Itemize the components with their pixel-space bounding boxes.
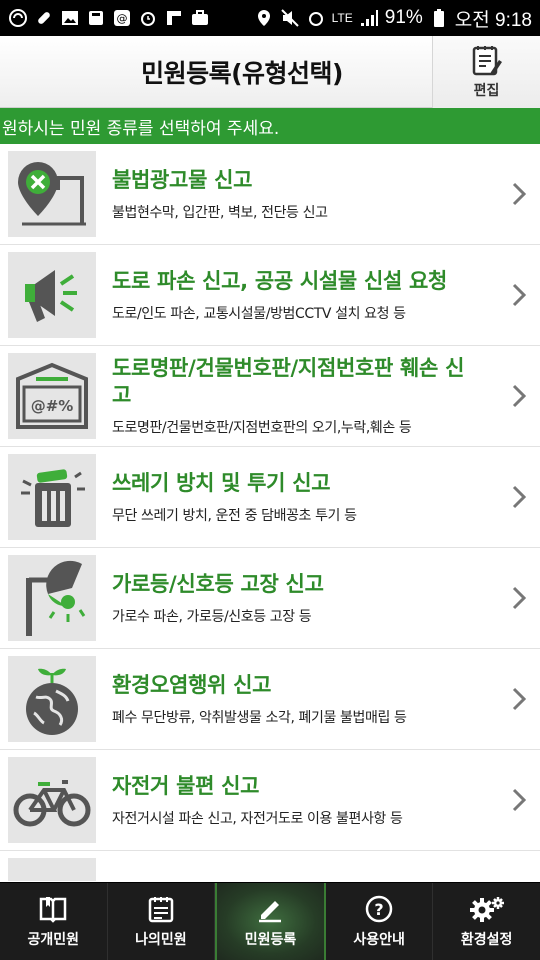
list-item-pollution[interactable]: 환경오염행위 신고 폐수 무단방류, 악취발생물 소각, 폐기물 불법매립 등 bbox=[0, 649, 540, 750]
alarm-icon bbox=[141, 12, 155, 26]
email-icon: @ bbox=[114, 10, 130, 26]
clock: 오전 9:18 bbox=[454, 9, 532, 31]
tab-label: 민원등록 bbox=[244, 931, 297, 948]
pencil-icon bbox=[259, 900, 282, 922]
tab-user-guide[interactable]: ? 사용안내 bbox=[326, 883, 434, 960]
bicycle-icon bbox=[13, 780, 91, 827]
help-icon: ? bbox=[365, 895, 393, 922]
edit-label: 편집 bbox=[473, 83, 500, 99]
item-texts: 불법광고물 신고 불법현수막, 입간판, 벽보, 전단등 신고 bbox=[112, 167, 482, 222]
app-header: 민원등록(유형선택) 편집 bbox=[0, 36, 540, 108]
alarm-status-icon bbox=[308, 12, 323, 26]
item-title: 환경오염행위 신고 bbox=[112, 672, 272, 697]
tab-label: 환경설정 bbox=[460, 931, 513, 948]
flipboard-icon bbox=[167, 11, 181, 25]
item-texts: 환경오염행위 신고 폐수 무단방류, 악취발생물 소각, 폐기물 불법매립 등 bbox=[112, 672, 482, 727]
tab-label: 나의민원 bbox=[135, 931, 187, 948]
tab-public-complaints[interactable]: 공개민원 bbox=[0, 883, 108, 960]
instruction-text: 원하시는 민원 종류를 선택하여 주세요. bbox=[2, 118, 280, 139]
tab-label: 공개민원 bbox=[27, 931, 80, 948]
list-item-sign-plate[interactable]: @#% 도로명판/건물번호판/지점번호판 훼손 신고 도로명판/건물번호판/지점… bbox=[0, 346, 540, 447]
item-title: 가로등/신호등 고장 신고 bbox=[112, 571, 324, 596]
item-texts: 도로 파손 신고, 공공 시설물 신설 요청 도로/인도 파손, 교통시설물/방… bbox=[112, 268, 482, 323]
battery-percent: 91% bbox=[384, 7, 423, 28]
tab-my-complaints[interactable]: 나의민원 bbox=[108, 883, 216, 960]
item-thumbnail bbox=[8, 151, 96, 237]
list-item-illegal-ads[interactable]: 불법광고물 신고 불법현수막, 입간판, 벽보, 전단등 신고 bbox=[0, 144, 540, 245]
page-title: 민원등록(유형선택) bbox=[141, 58, 343, 88]
item-thumbnail bbox=[8, 454, 96, 540]
svg-text:@: @ bbox=[117, 12, 128, 25]
tab-label: 사용안내 bbox=[353, 931, 405, 948]
book-icon bbox=[40, 896, 67, 923]
gear-icon bbox=[469, 896, 504, 922]
item-thumbnail bbox=[8, 757, 96, 843]
item-thumbnail: @#% bbox=[8, 353, 96, 439]
bottom-tab-bar: 공개민원 나의민원 민원등록 ? 사용안내 환경설정 bbox=[0, 882, 540, 960]
megaphone-icon bbox=[25, 270, 77, 322]
item-texts: 가로등/신호등 고장 신고 가로수 파손, 가로등/신호등 고장 등 bbox=[112, 571, 482, 626]
complaint-type-list: 불법광고물 신고 불법현수막, 입간판, 벽보, 전단등 신고 도로 파손 신고… bbox=[0, 144, 540, 881]
tab-settings[interactable]: 환경설정 bbox=[433, 883, 540, 960]
sign-plate-icon: @#% bbox=[16, 362, 88, 429]
calendar-icon bbox=[148, 896, 174, 922]
svg-text:@#%: @#% bbox=[31, 397, 74, 415]
globe-sprout-icon bbox=[26, 668, 78, 735]
item-title: 도로명판/건물번호판/지점번호판 훼손 신고 bbox=[112, 356, 465, 407]
chevron-right-icon bbox=[512, 485, 526, 509]
trash-can-icon bbox=[21, 469, 85, 527]
ad-sign-icon bbox=[18, 162, 86, 226]
list-item-road-damage[interactable]: 도로 파손 신고, 공공 시설물 신설 요청 도로/인도 파손, 교통시설물/방… bbox=[0, 245, 540, 346]
item-thumbnail bbox=[8, 656, 96, 742]
instruction-banner: 원하시는 민원 종류를 선택하여 주세요. bbox=[0, 108, 540, 144]
item-description: 자전거시설 파손 신고, 자전거도로 이용 불편사항 등 bbox=[112, 810, 403, 827]
item-title: 도로 파손 신고, 공공 시설물 신설 요청 bbox=[112, 268, 448, 293]
pill-icon bbox=[38, 12, 50, 24]
street-lamp-icon bbox=[26, 560, 86, 636]
chevron-right-icon bbox=[512, 687, 526, 711]
briefcase-icon bbox=[192, 10, 208, 25]
chevron-right-icon bbox=[512, 283, 526, 307]
edit-note-icon bbox=[472, 46, 502, 76]
item-description: 도로명판/건물번호판/지점번호판의 오기,누락,훼손 등 bbox=[112, 420, 412, 436]
svg-text:?: ? bbox=[374, 900, 383, 919]
network-type: LTE bbox=[331, 11, 353, 25]
item-description: 폐수 무단방류, 악취발생물 소각, 폐기물 불법매립 등 bbox=[112, 709, 407, 726]
status-system: LTE 91% 오전 9:18 bbox=[254, 5, 532, 32]
sd-card-icon bbox=[89, 11, 103, 25]
item-texts: 쓰레기 방치 및 투기 신고 무단 쓰레기 방치, 운전 중 담배꽁초 투기 등 bbox=[112, 470, 482, 525]
item-description: 가로수 파손, 가로등/신호등 고장 등 bbox=[112, 608, 312, 625]
edit-button[interactable]: 편집 bbox=[432, 36, 540, 108]
item-thumbnail bbox=[8, 555, 96, 641]
status-bar: @ LTE 91% 오전 9:18 bbox=[0, 0, 540, 36]
image-icon bbox=[62, 11, 78, 25]
tab-register-complaint[interactable]: 민원등록 bbox=[215, 883, 326, 960]
signal-icon bbox=[360, 10, 378, 26]
item-texts: 도로명판/건물번호판/지점번호판 훼손 신고 도로명판/건물번호판/지점번호판의… bbox=[112, 355, 482, 437]
item-title: 자전거 불편 신고 bbox=[112, 773, 260, 798]
mute-icon bbox=[280, 9, 299, 27]
chevron-right-icon bbox=[512, 182, 526, 206]
chevron-right-icon bbox=[512, 788, 526, 812]
app-notification-icon bbox=[9, 9, 27, 27]
list-item-partial[interactable] bbox=[0, 851, 540, 881]
list-item-trash[interactable]: 쓰레기 방치 및 투기 신고 무단 쓰레기 방치, 운전 중 담배꽁초 투기 등 bbox=[0, 447, 540, 548]
item-title: 불법광고물 신고 bbox=[112, 167, 253, 192]
location-icon bbox=[257, 10, 270, 26]
item-thumbnail bbox=[8, 252, 96, 338]
list-item-bicycle[interactable]: 자전거 불편 신고 자전거시설 파손 신고, 자전거도로 이용 불편사항 등 bbox=[0, 750, 540, 851]
chevron-right-icon bbox=[512, 384, 526, 408]
item-title: 쓰레기 방치 및 투기 신고 bbox=[112, 470, 331, 495]
item-texts: 자전거 불편 신고 자전거시설 파손 신고, 자전거도로 이용 불편사항 등 bbox=[112, 773, 482, 828]
item-description: 도로/인도 파손, 교통시설물/방범CCTV 설치 요청 등 bbox=[112, 305, 406, 322]
chevron-right-icon bbox=[512, 586, 526, 610]
item-description: 무단 쓰레기 방치, 운전 중 담배꽁초 투기 등 bbox=[112, 507, 357, 524]
battery-icon bbox=[433, 9, 444, 27]
list-item-street-lamp[interactable]: 가로등/신호등 고장 신고 가로수 파손, 가로등/신호등 고장 등 bbox=[0, 548, 540, 649]
item-thumbnail bbox=[8, 858, 96, 881]
item-description: 불법현수막, 입간판, 벽보, 전단등 신고 bbox=[112, 204, 328, 221]
status-notifications: @ bbox=[8, 8, 210, 28]
